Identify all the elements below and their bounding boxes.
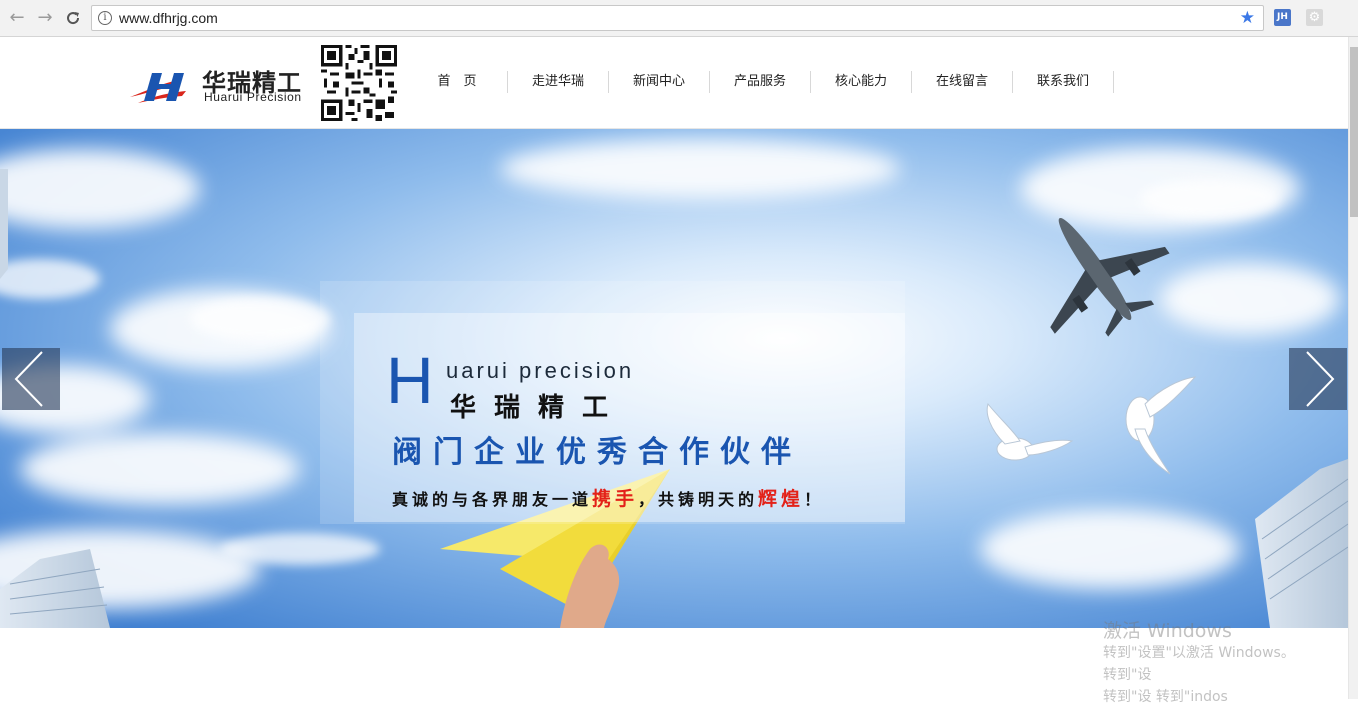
slider-prev-button[interactable] [2,348,60,410]
info-icon[interactable]: i [98,11,112,25]
forward-button[interactable]: → [35,8,55,28]
windows-activation-watermark: 激活 Windows 转到"设置"以激活 Windows。 转到"设 转到"设 … [1103,620,1295,708]
site-logo[interactable]: 华瑞精工 Huarui Precision [128,63,313,107]
main-nav: 首 页 走进华瑞 新闻中心 产品服务 核心能力 在线留言 联系我们 [407,71,1114,93]
watermark-line-2: 转到"设 [1103,667,1152,683]
url-text[interactable]: www.dfhrjg.com [119,10,218,26]
reload-icon [67,12,80,25]
watermark-line-1: 转到"设置"以激活 Windows。 [1103,645,1295,661]
site-header: 华瑞精工 Huarui Precision 首 页 走进华瑞 新闻中心 产品服务… [0,37,1348,129]
nav-item-about[interactable]: 走进华瑞 [508,71,609,93]
scrollbar-thumb[interactable] [1350,47,1358,217]
hero-banner: H uarui precision 华瑞精工 阀门企业优秀合作伙伴 真诚的与各界… [0,129,1348,628]
chevron-left-icon [14,351,43,407]
tagline-highlight-2: 辉煌 [758,488,805,510]
nav-item-contact[interactable]: 联系我们 [1013,71,1114,93]
logo-english-name: Huarui Precision [204,90,302,104]
browser-toolbar: ← → i www.dfhrjg.com ★ JH ⚙ [0,0,1358,37]
watermark-title: 激活 Windows [1103,620,1232,642]
nav-item-home[interactable]: 首 页 [407,71,508,93]
tagline-part-1: 真诚的与各界朋友一道 [392,490,593,509]
caption-big-letter: H [386,343,434,417]
caption-tagline: 真诚的与各界朋友一道携手，共铸明天的辉煌！ [392,484,824,511]
nav-item-messages[interactable]: 在线留言 [912,71,1013,93]
page-scrollbar[interactable] [1348,37,1358,699]
nav-item-news[interactable]: 新闻中心 [609,71,710,93]
chevron-right-icon [1306,351,1335,407]
logo-mark-icon [130,73,186,103]
extension-jh-icon[interactable]: JH [1274,9,1291,26]
tagline-part-3: ！ [804,490,825,509]
caption-chinese-title: 华瑞精工 [450,393,627,423]
extension-gear-icon[interactable]: ⚙ [1306,9,1323,26]
caption-english-title: uarui precision [446,358,635,383]
nav-item-products[interactable]: 产品服务 [710,71,811,93]
nav-item-capabilities[interactable]: 核心能力 [811,71,912,93]
reload-button[interactable] [63,8,83,28]
tagline-part-2: ，共铸明天的 [638,490,759,509]
back-button[interactable]: ← [7,8,27,28]
caption-slogan: 阀门企业优秀合作伙伴 [392,435,802,470]
tagline-highlight-1: 携手 [592,488,639,510]
address-bar[interactable]: i www.dfhrjg.com ★ [91,5,1264,31]
qr-code-icon [321,45,397,121]
watermark-line-3: 转到"设 转到"indos [1103,689,1228,705]
bookmark-star-icon[interactable]: ★ [1240,8,1255,28]
slider-next-button[interactable] [1289,348,1347,410]
